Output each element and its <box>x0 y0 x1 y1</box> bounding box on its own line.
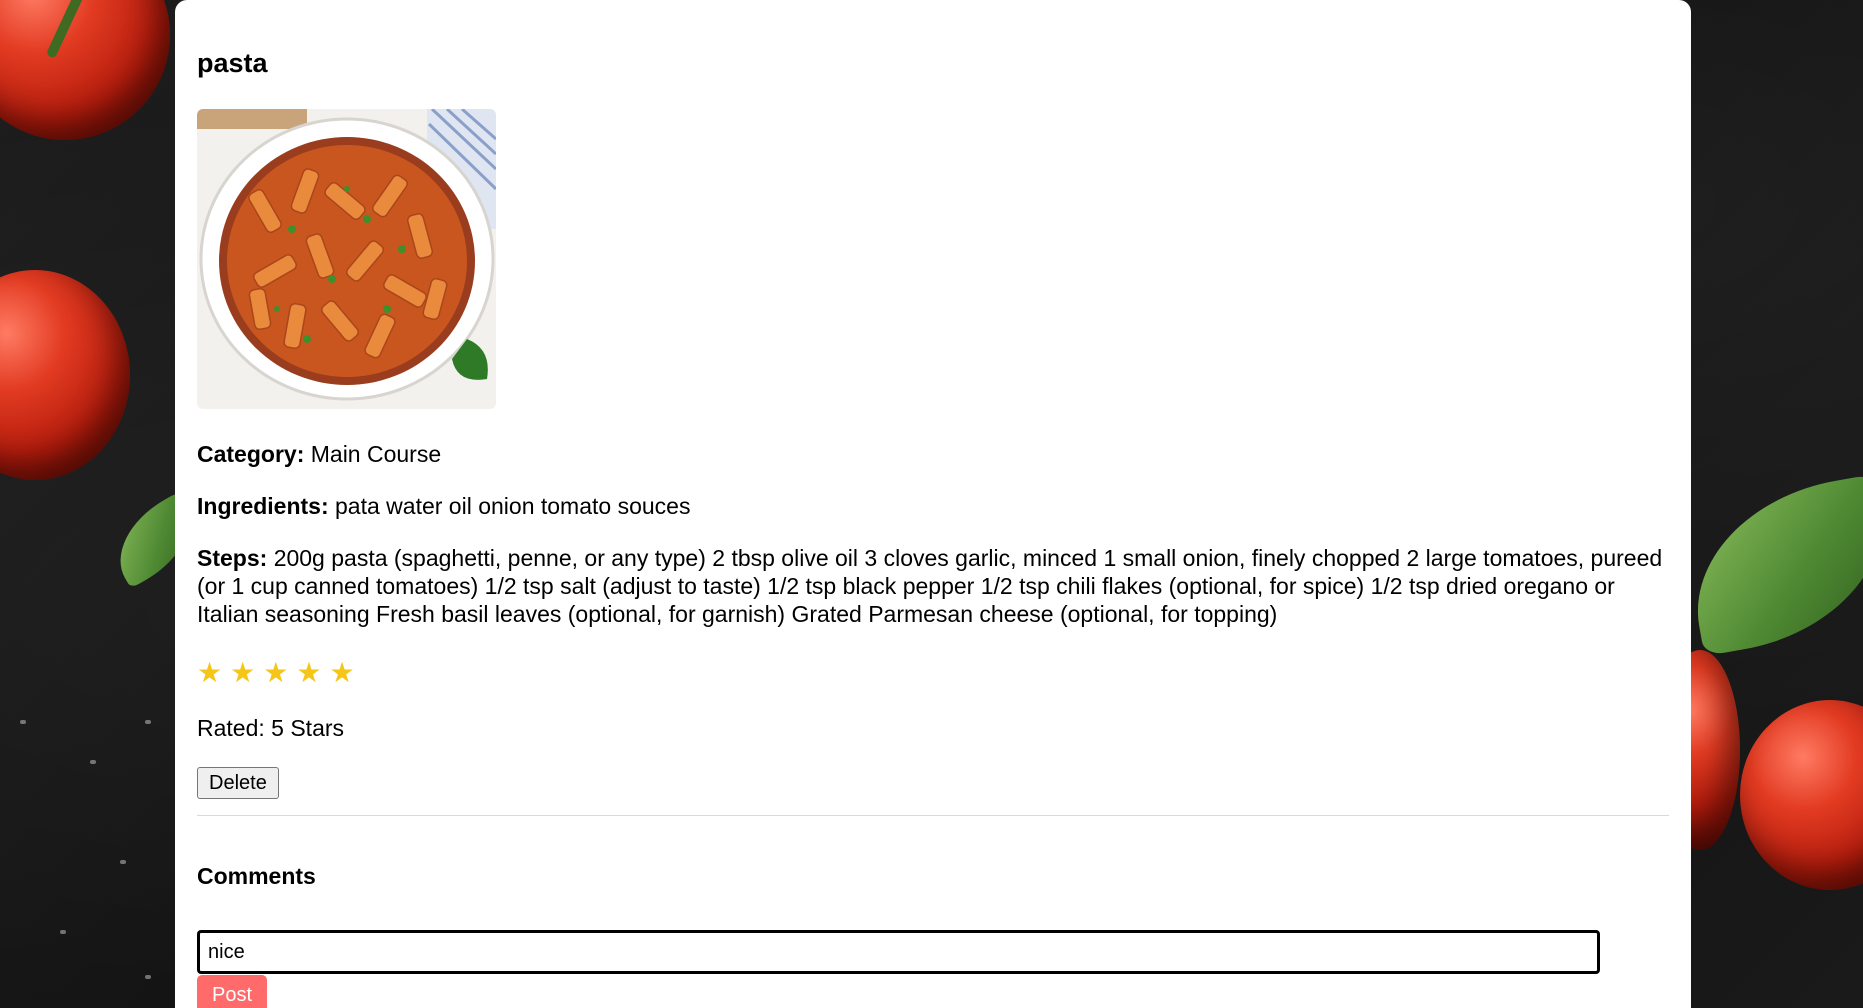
delete-button[interactable]: Delete <box>197 767 279 799</box>
star-rating: ★ ★ ★ ★ ★ <box>197 658 355 688</box>
category-label: Category: <box>197 441 305 467</box>
comment-input[interactable] <box>197 930 1600 974</box>
rated-text: Rated: 5 Stars <box>197 715 345 741</box>
ingredients-value: pata water oil onion tomato souces <box>335 493 691 519</box>
salt-speck <box>20 720 26 724</box>
post-button[interactable]: Post <box>197 975 268 1008</box>
star-icon[interactable]: ★ <box>230 658 255 688</box>
basil-leaf-decoration <box>1678 473 1863 657</box>
ingredients-label: Ingredients: <box>197 493 329 519</box>
star-icon[interactable]: ★ <box>263 658 288 688</box>
recipe-card: pasta Category: Main Course Ingredients:… <box>175 0 1691 1008</box>
star-icon[interactable]: ★ <box>329 658 354 688</box>
salt-speck <box>120 860 126 864</box>
section-divider <box>197 815 1669 816</box>
tomato-decoration <box>0 270 130 480</box>
salt-speck <box>145 975 151 979</box>
ingredients-line: Ingredients: pata water oil onion tomato… <box>197 492 690 520</box>
category-line: Category: Main Course <box>197 440 441 468</box>
steps-line: Steps: 200g pasta (spaghetti, penne, or … <box>197 544 1667 628</box>
salt-speck <box>60 930 66 934</box>
tomato-decoration <box>1740 700 1863 890</box>
star-icon[interactable]: ★ <box>197 658 222 688</box>
category-value: Main Course <box>310 441 442 467</box>
tomato-decoration <box>0 0 170 140</box>
salt-speck <box>145 720 151 724</box>
steps-label: Steps: <box>197 545 268 571</box>
steps-value: 200g pasta (spaghetti, penne, or any typ… <box>197 545 1663 627</box>
star-icon[interactable]: ★ <box>296 658 321 688</box>
salt-speck <box>90 760 96 764</box>
recipe-title: pasta <box>197 48 268 78</box>
recipe-image <box>197 109 496 409</box>
comments-heading: Comments <box>197 863 316 889</box>
